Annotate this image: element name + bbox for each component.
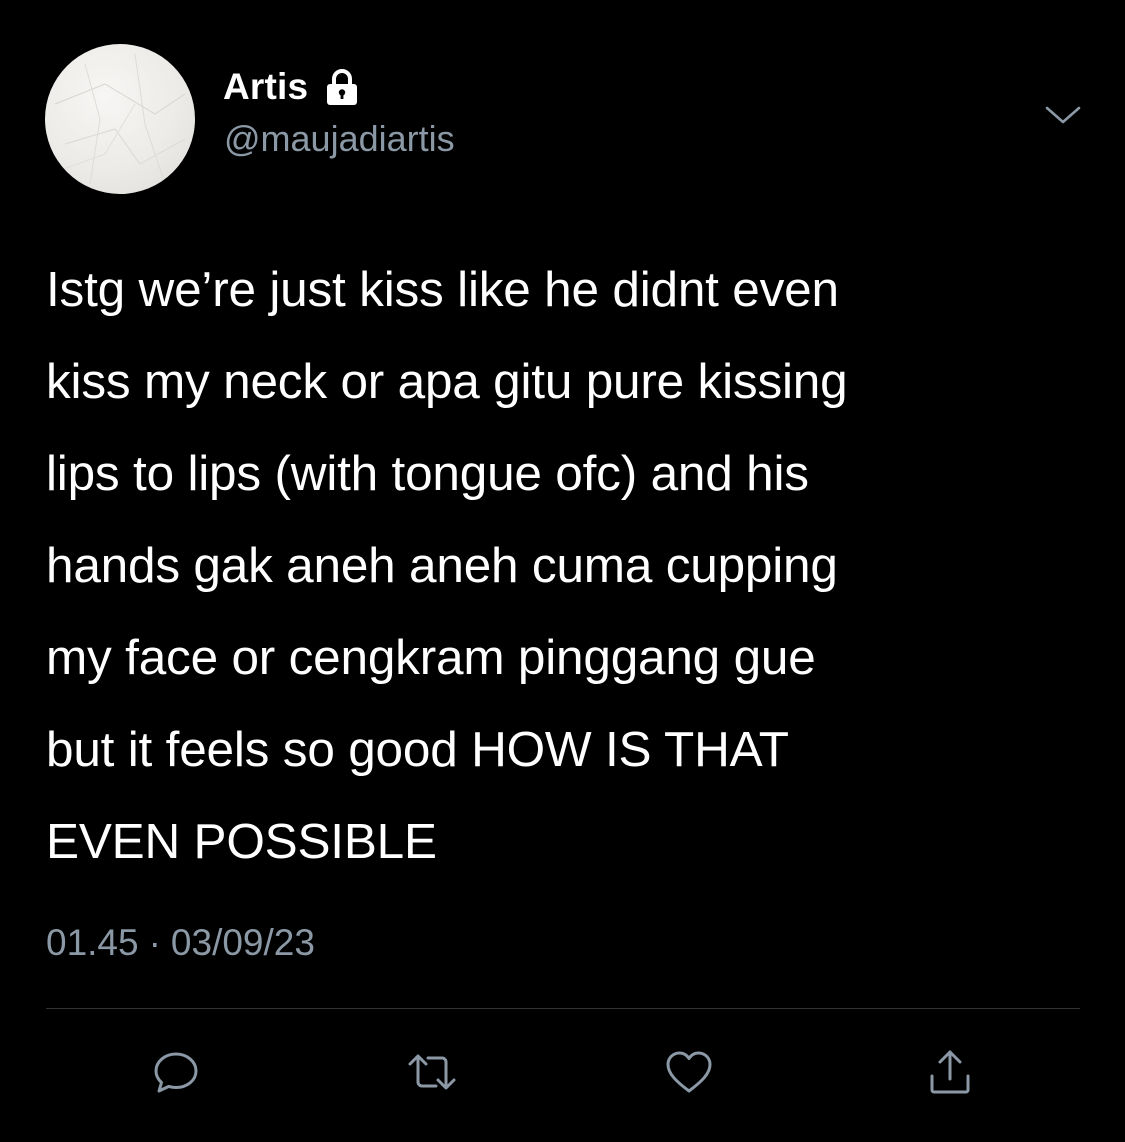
retweet-button[interactable] bbox=[400, 1040, 464, 1104]
tweet-date: 03/09/23 bbox=[170, 922, 315, 963]
share-icon bbox=[930, 1050, 970, 1094]
username-handle[interactable]: @maujadiartis bbox=[224, 118, 455, 160]
lock-icon bbox=[322, 67, 362, 107]
heart-icon bbox=[666, 1051, 712, 1093]
tweet-line: hands gak aneh aneh cuma cupping bbox=[46, 538, 838, 593]
tweet-line: kiss my neck or apa gitu pure kissing bbox=[46, 354, 848, 409]
tweet-text: Istg we’re just kiss like he didnt even … bbox=[46, 244, 1086, 888]
tweet-line: lips to lips (with tongue ofc) and his bbox=[46, 446, 809, 501]
tweet-line: my face or cengkram pinggang gue bbox=[46, 630, 816, 685]
avatar[interactable] bbox=[45, 44, 195, 194]
retweet-icon bbox=[408, 1054, 456, 1090]
tweet-line: EVEN POSSIBLE bbox=[46, 814, 437, 869]
reply-icon bbox=[154, 1052, 198, 1093]
chevron-down-icon[interactable] bbox=[1043, 96, 1083, 136]
share-button[interactable] bbox=[918, 1040, 982, 1104]
tweet-card: Artis @maujadiartis Istg we’re just kiss… bbox=[0, 0, 1125, 1142]
reply-button[interactable] bbox=[144, 1040, 208, 1104]
tweet-line: Istg we’re just kiss like he didnt even bbox=[46, 262, 839, 317]
tweet-line: but it feels so good HOW IS THAT bbox=[46, 722, 789, 777]
timestamp-separator: · bbox=[148, 922, 161, 963]
display-name[interactable]: Artis bbox=[223, 66, 308, 108]
display-name-row: Artis bbox=[223, 62, 362, 112]
tweet-time: 01.45 bbox=[46, 922, 139, 963]
avatar-texture bbox=[49, 53, 186, 185]
timestamp[interactable]: 01.45 · 03/09/23 bbox=[46, 922, 315, 964]
like-button[interactable] bbox=[657, 1040, 721, 1104]
divider bbox=[46, 1008, 1080, 1009]
action-bar bbox=[0, 1040, 1125, 1110]
